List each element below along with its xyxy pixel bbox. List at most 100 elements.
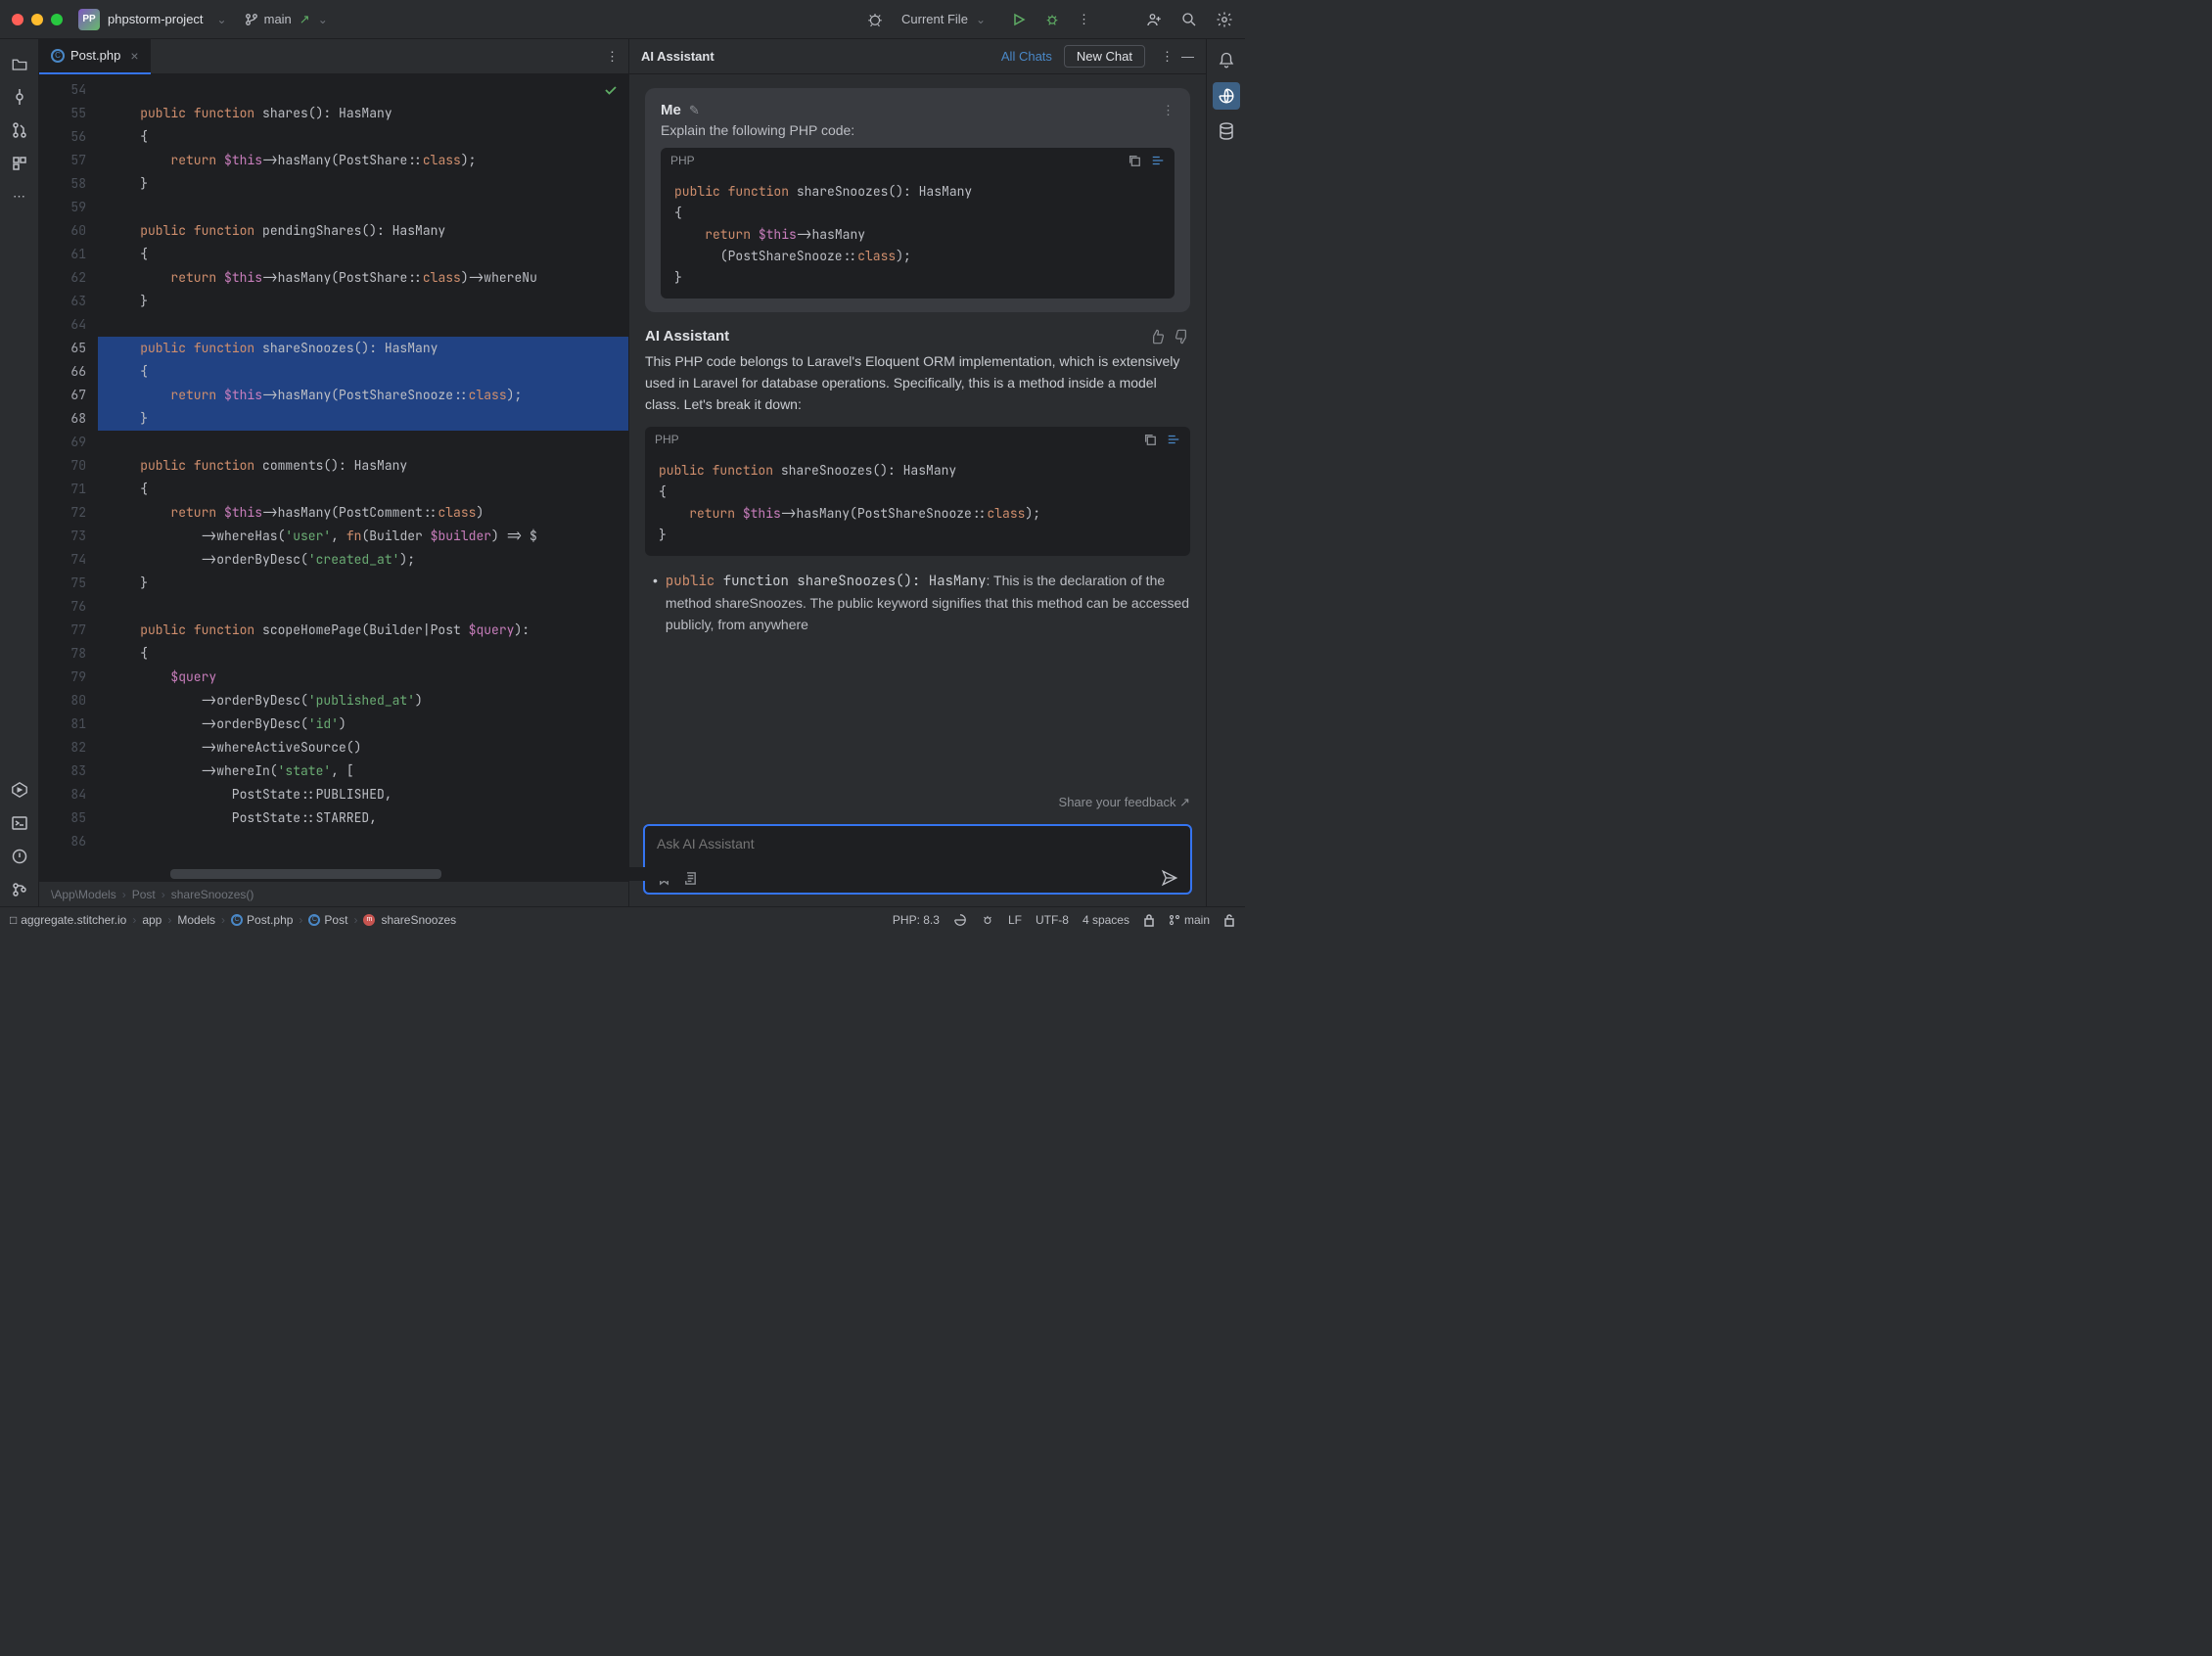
title-bar: PP phpstorm-project ⌄ main ↗ ⌄ Current F… bbox=[0, 0, 1245, 39]
project-badge: PP bbox=[78, 9, 100, 30]
assistant-chat-body[interactable]: Me ✎ ⋮ Explain the following PHP code: P… bbox=[629, 74, 1206, 791]
ask-input[interactable] bbox=[657, 836, 1178, 851]
branch-name: main bbox=[264, 12, 292, 26]
copy-icon[interactable] bbox=[1128, 154, 1141, 167]
status-encoding[interactable]: UTF-8 bbox=[1036, 913, 1069, 927]
code-content[interactable]: public function shares(): HasMany { retu… bbox=[98, 74, 628, 867]
bullet-text: public function shareSnoozes(): HasMany:… bbox=[666, 570, 1190, 635]
status-vcs-branch[interactable]: main bbox=[1169, 913, 1210, 927]
status-php-version[interactable]: PHP: 8.3 bbox=[893, 913, 940, 927]
horizontal-scrollbar[interactable] bbox=[98, 867, 687, 881]
more-tools-icon[interactable]: ⋯ bbox=[0, 180, 39, 213]
chevron-down-icon[interactable]: ⌄ bbox=[318, 13, 328, 26]
user-name-label: Me bbox=[661, 102, 681, 118]
nav-crumb[interactable]: Post.php bbox=[247, 913, 293, 927]
breadcrumb-segment[interactable]: shareSnoozes() bbox=[171, 888, 254, 901]
commit-tool-icon[interactable] bbox=[0, 80, 39, 114]
run-config-label: Current File bbox=[901, 12, 968, 26]
settings-icon[interactable] bbox=[1216, 11, 1233, 28]
minimize-panel-icon[interactable]: — bbox=[1181, 49, 1194, 64]
nav-crumb[interactable]: app bbox=[142, 913, 161, 927]
structure-tool-icon[interactable] bbox=[0, 147, 39, 180]
status-padlock-icon[interactable] bbox=[1223, 913, 1235, 927]
new-chat-button[interactable]: New Chat bbox=[1064, 45, 1145, 68]
nav-crumb[interactable]: Post bbox=[324, 913, 347, 927]
run-icon[interactable] bbox=[1011, 12, 1027, 27]
ai-assistant-icon[interactable] bbox=[1213, 82, 1240, 110]
chevron-down-icon: ⌄ bbox=[976, 13, 986, 26]
problems-tool-icon[interactable] bbox=[0, 840, 39, 873]
left-tool-rail: ⋯ bbox=[0, 39, 39, 906]
nav-crumb[interactable]: shareSnoozes bbox=[381, 913, 456, 927]
assistant-title: AI Assistant bbox=[641, 49, 714, 64]
search-icon[interactable] bbox=[1180, 11, 1198, 28]
code-lang-label: PHP bbox=[670, 154, 1118, 167]
nav-crumb[interactable]: Models bbox=[177, 913, 215, 927]
status-indent[interactable]: 4 spaces bbox=[1083, 913, 1129, 927]
php-class-icon: C bbox=[308, 914, 320, 926]
tab-menu-icon[interactable]: ⋮ bbox=[596, 49, 628, 65]
more-icon[interactable]: ⋮ bbox=[1078, 12, 1090, 27]
nav-crumb-root-icon[interactable]: □ bbox=[10, 913, 17, 927]
file-tab[interactable]: C Post.php × bbox=[39, 39, 151, 74]
ai-name-label: AI Assistant bbox=[645, 328, 729, 345]
branch-icon bbox=[245, 13, 258, 26]
debug-icon[interactable] bbox=[1044, 12, 1060, 27]
user-message-card: Me ✎ ⋮ Explain the following PHP code: P… bbox=[645, 88, 1190, 312]
thumbs-down-icon[interactable] bbox=[1175, 329, 1190, 345]
php-class-icon: C bbox=[51, 49, 65, 63]
run-config-selector[interactable]: Current File ⌄ bbox=[901, 12, 993, 26]
bullet-item: • public function shareSnoozes(): HasMan… bbox=[653, 570, 1190, 635]
all-chats-link[interactable]: All Chats bbox=[1001, 49, 1052, 64]
push-arrow-icon: ↗ bbox=[300, 12, 310, 27]
close-window-icon[interactable] bbox=[12, 14, 23, 25]
breadcrumb-segment[interactable]: \App\Models bbox=[51, 888, 116, 901]
assistant-panel: AI Assistant All Chats New Chat ⋮ — Me ✎… bbox=[628, 39, 1206, 906]
more-icon[interactable]: ⋮ bbox=[1161, 49, 1174, 65]
status-line-separator[interactable]: LF bbox=[1008, 913, 1022, 927]
minimize-window-icon[interactable] bbox=[31, 14, 43, 25]
notifications-icon[interactable] bbox=[1213, 47, 1240, 74]
editor-tabs: C Post.php × ⋮ bbox=[39, 39, 628, 74]
edit-icon[interactable]: ✎ bbox=[689, 103, 700, 118]
user-prompt-text: Explain the following PHP code: bbox=[661, 122, 1175, 138]
inspection-ok-icon[interactable] bbox=[603, 82, 619, 98]
pull-requests-icon[interactable] bbox=[0, 114, 39, 147]
vcs-branch[interactable]: main ↗ ⌄ bbox=[245, 12, 336, 27]
status-lock-icon[interactable] bbox=[1143, 913, 1155, 927]
ai-message: AI Assistant This PHP code belongs to La… bbox=[645, 328, 1190, 635]
code-with-me-icon[interactable] bbox=[1145, 11, 1163, 28]
thumbs-up-icon[interactable] bbox=[1149, 329, 1165, 345]
services-tool-icon[interactable] bbox=[0, 773, 39, 806]
nav-crumb[interactable]: aggregate.stitcher.io bbox=[21, 913, 126, 927]
status-ai-icon[interactable] bbox=[953, 913, 967, 927]
ask-input-box[interactable] bbox=[643, 824, 1192, 895]
editor-area: C Post.php × ⋮ 5455565758596061626364656… bbox=[39, 39, 628, 906]
insert-icon[interactable] bbox=[1151, 154, 1165, 167]
method-icon: m bbox=[363, 914, 375, 926]
database-tool-icon[interactable] bbox=[1213, 117, 1240, 145]
terminal-tool-icon[interactable] bbox=[0, 806, 39, 840]
share-feedback-link[interactable]: Share your feedback ↗ bbox=[629, 791, 1206, 818]
chevron-down-icon[interactable]: ⌄ bbox=[217, 13, 227, 26]
ai-response-text: This PHP code belongs to Laravel's Eloqu… bbox=[645, 350, 1190, 415]
scrollbar-thumb[interactable] bbox=[170, 869, 441, 879]
project-tool-icon[interactable] bbox=[0, 47, 39, 80]
project-name[interactable]: phpstorm-project bbox=[108, 12, 204, 26]
send-icon[interactable] bbox=[1161, 869, 1178, 887]
more-icon[interactable]: ⋮ bbox=[1162, 103, 1175, 118]
php-class-icon: C bbox=[231, 914, 243, 926]
copy-icon[interactable] bbox=[1143, 433, 1157, 446]
vcs-tool-icon[interactable] bbox=[0, 873, 39, 906]
maximize-window-icon[interactable] bbox=[51, 14, 63, 25]
breadcrumb-segment[interactable]: Post bbox=[132, 888, 156, 901]
insert-icon[interactable] bbox=[1167, 433, 1180, 446]
status-listener-icon[interactable] bbox=[981, 913, 994, 927]
tab-file-name: Post.php bbox=[70, 48, 120, 63]
editor-body[interactable]: 5455565758596061626364656667686970717273… bbox=[39, 74, 628, 867]
bug-highlight-icon[interactable] bbox=[866, 11, 884, 28]
ai-bullet-list: • public function shareSnoozes(): HasMan… bbox=[645, 570, 1190, 635]
editor-breadcrumb[interactable]: \App\Models › Post › shareSnoozes() bbox=[39, 881, 628, 906]
ai-code-block: PHP public function shareSnoozes(): HasM… bbox=[645, 427, 1190, 556]
close-tab-icon[interactable]: × bbox=[130, 48, 138, 64]
